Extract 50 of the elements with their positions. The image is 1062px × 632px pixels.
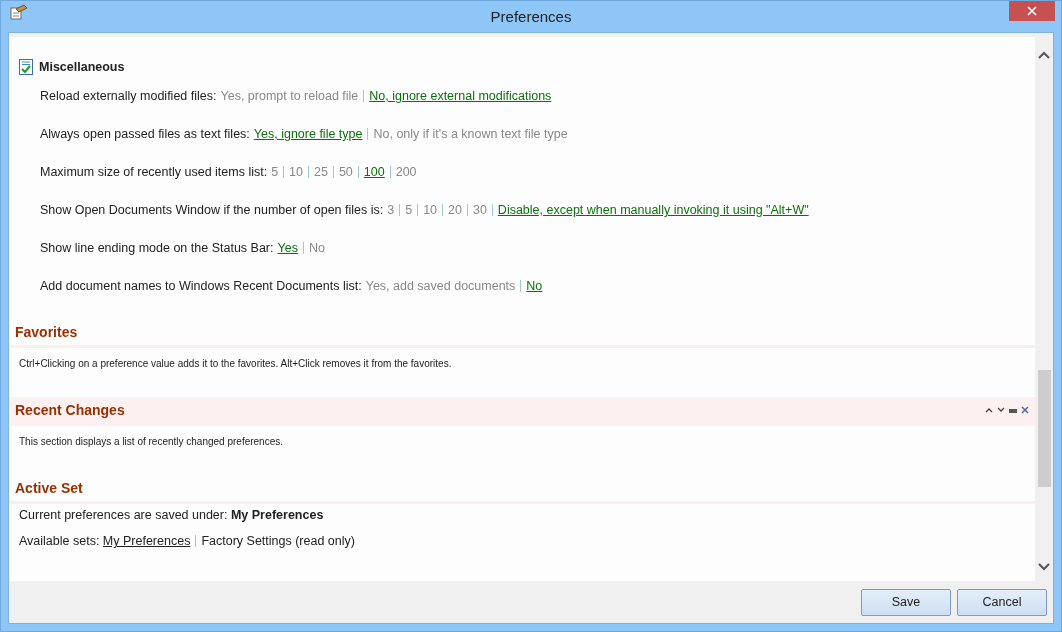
minimize-icon[interactable] [1009,407,1017,413]
preference-label: Maximum size of recently used items list: [40,165,268,179]
preference-option[interactable]: Yes, ignore file type [253,127,363,141]
app-icon [10,3,28,20]
preference-option[interactable]: No [526,279,543,293]
dialog-button[interactable]: Cancel [957,588,1047,616]
preference-option[interactable]: No [308,241,325,255]
section-title: Miscellaneous [39,60,125,74]
window-title: Preferences [489,8,573,25]
preference-option[interactable]: 50 [338,165,353,179]
preference-option[interactable]: Disable, except when manually invoking it using "Alt+W" [497,203,809,217]
section-title: Favorites [15,324,78,340]
preference-option[interactable]: No, only if it's a known text file type [373,127,568,141]
close-icon[interactable] [1021,406,1029,414]
close-button[interactable] [1009,1,1055,21]
set-option[interactable]: Factory Settings (read only) [201,534,355,548]
preference-option[interactable]: 20 [448,203,462,217]
preference-label: Show Open Documents Window if the number of open files is: [40,203,384,217]
sets-label: Available sets: [19,534,100,548]
preference-option[interactable]: 10 [289,165,303,179]
chevron-down-icon[interactable] [997,407,1005,413]
current-set-text: Current preferences are saved under: My Preferences [18,507,325,524]
preference-option[interactable]: No, ignore external modifications [369,89,552,103]
dialog-button[interactable]: Save [861,588,951,616]
preference-option[interactable]: Yes, prompt to reload file [220,89,359,103]
preference-option[interactable]: 5 [271,165,279,179]
preference-option[interactable]: Yes, add saved documents [365,279,516,293]
scrollbar-thumb[interactable] [1037,369,1051,487]
preference-option[interactable]: 3 [387,203,395,217]
preference-option[interactable]: 30 [472,203,487,217]
scroll-up-icon[interactable] [1038,51,1050,59]
preference-label: Reload externally modified files: [40,89,217,103]
preference-option[interactable]: 5 [405,203,413,217]
checkbox-icon[interactable] [19,59,33,75]
close-icon [1027,6,1037,16]
preference-label: Add document names to Windows Recent Documents list: [40,279,362,293]
section-title: Recent Changes [15,402,125,418]
chevron-up-icon[interactable] [985,407,993,413]
section-description: This section displays a list of recently changed preferences. [18,435,285,449]
preference-label: Always open passed files as text files: [40,127,250,141]
preference-option[interactable]: Yes [277,241,298,255]
section-title: Active Set [15,480,83,496]
preference-option[interactable]: 100 [363,165,385,179]
preference-option[interactable]: 10 [423,203,438,217]
preference-option[interactable]: 25 [314,165,328,179]
scroll-down-icon[interactable] [1038,563,1050,571]
section-description: Ctrl+Clicking on a preference value adds it to the favorites. Alt+Click removes it from the favorites. [18,357,453,371]
preference-option[interactable]: 200 [395,165,417,179]
preference-label: Show line ending mode on the Status Bar: [40,241,274,255]
set-option[interactable]: My Preferences [102,534,191,548]
